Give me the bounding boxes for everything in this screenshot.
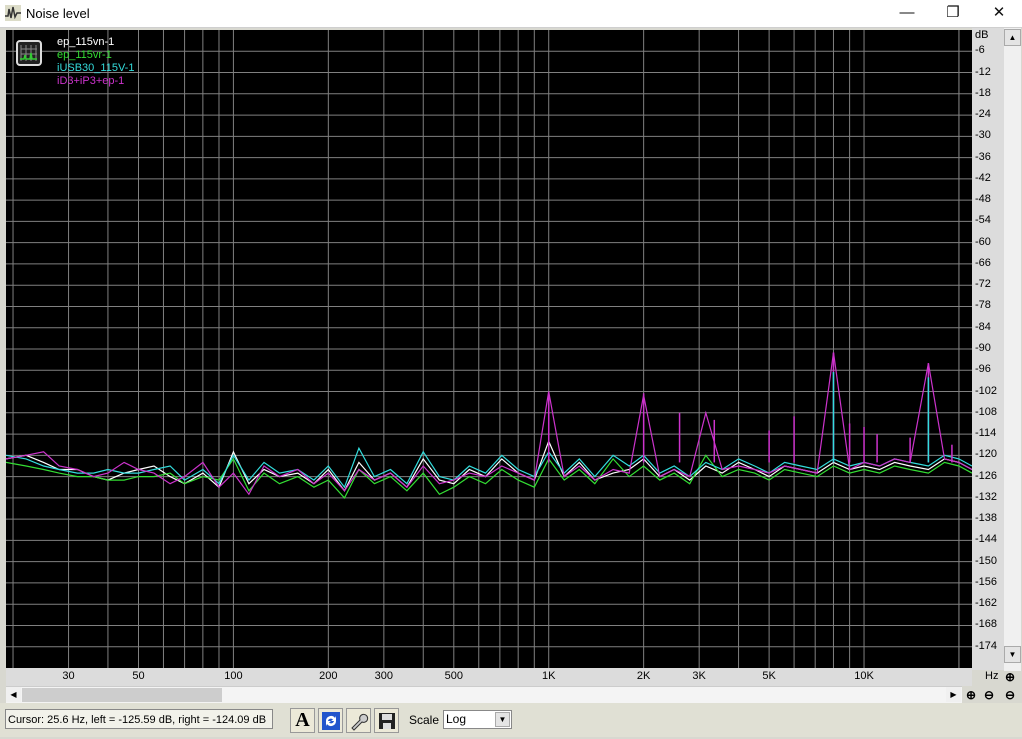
legend-item-ep-115vr[interactable]: ep_115vr-1 <box>57 49 112 61</box>
zoom-in-vertical-icon[interactable]: ⊕ <box>1002 669 1018 685</box>
legend-item-ep-115vn[interactable]: ep_115vn-1 <box>57 36 114 48</box>
vertical-scrollbar[interactable]: ▲ ▼ <box>1004 28 1021 671</box>
minimize-button[interactable]: — <box>884 0 930 27</box>
y-tick-label: -174 <box>975 639 998 652</box>
x-axis-unit: Hz <box>985 670 999 682</box>
x-tick-label: 1K <box>541 670 556 682</box>
scale-select-value: Log <box>446 712 467 726</box>
scroll-up-button[interactable]: ▲ <box>1004 29 1021 46</box>
y-tick-label: -138 <box>975 512 998 525</box>
y-tick-label: -168 <box>975 618 998 631</box>
y-tick-label: -66 <box>975 256 991 269</box>
y-tick-label: -162 <box>975 597 998 610</box>
y-tick-label: -108 <box>975 405 998 418</box>
x-tick-label: 2K <box>636 670 651 682</box>
x-tick-label: 3K <box>692 670 706 682</box>
zoom-out-horizontal-icon[interactable]: ⊖ <box>981 687 997 703</box>
x-axis: 30 50 100 200 300 500 1K 2K 3K 5K 10K Hz <box>6 668 998 686</box>
chart-legend-icon[interactable] <box>16 40 42 66</box>
chevron-down-icon[interactable]: ▼ <box>495 712 510 727</box>
noise-spectrum-plot[interactable] <box>5 30 973 668</box>
close-button[interactable]: ✕ <box>976 0 1022 27</box>
x-tick-label: 30 <box>62 670 75 682</box>
zoom-out-vertical-icon[interactable]: ⊖ <box>1002 687 1018 703</box>
y-tick-label: -96 <box>975 363 991 376</box>
y-tick-label: -144 <box>975 533 998 546</box>
scale-label: Scale <box>409 713 440 727</box>
y-tick-label: -36 <box>975 150 991 163</box>
x-tick-label: 10K <box>854 670 874 682</box>
y-tick-label: -72 <box>975 278 991 291</box>
waveform-app-icon <box>5 5 21 21</box>
y-tick-label: -42 <box>975 171 991 184</box>
y-tick-label: -78 <box>975 299 991 312</box>
legend-item-iusb30[interactable]: iUSB30_115V-1 <box>57 62 134 74</box>
y-tick-label: -84 <box>975 320 991 333</box>
title-bar: Noise level — ❐ ✕ <box>0 0 1022 28</box>
y-tick-label: -114 <box>975 427 997 440</box>
y-axis-unit: dB <box>975 29 989 41</box>
y-tick-label: -156 <box>975 575 998 588</box>
floppy-disk-icon <box>378 713 395 729</box>
y-tick-label: -6 <box>975 44 985 57</box>
x-tick-label: 50 <box>132 670 145 682</box>
cursor-status: Cursor: 25.6 Hz, left = -125.59 dB, righ… <box>5 709 273 729</box>
scroll-left-button[interactable]: ◀ <box>6 687 21 702</box>
legend-item-id3-ip3[interactable]: iD3+iP3+ep-1 <box>57 75 124 87</box>
y-tick-label: -132 <box>975 490 998 503</box>
x-tick-label: 5K <box>762 670 776 682</box>
y-tick-label: -60 <box>975 235 991 248</box>
scale-select[interactable]: Log ▼ <box>443 710 512 729</box>
y-tick-label: -54 <box>975 214 991 227</box>
y-tick-label: -102 <box>975 384 998 397</box>
y-tick-label: -120 <box>975 448 998 461</box>
scroll-right-button[interactable]: ▶ <box>946 687 961 702</box>
y-tick-label: -150 <box>975 554 998 567</box>
y-tick-label: -126 <box>975 469 998 482</box>
y-tick-label: -12 <box>975 65 991 78</box>
restore-button[interactable]: ❐ <box>930 0 976 27</box>
bottom-toolbar: Cursor: 25.6 Hz, left = -125.59 dB, righ… <box>0 703 1022 737</box>
zoom-in-horizontal-icon[interactable]: ⊕ <box>963 687 979 703</box>
y-axis: dB -6 -12 -18 -24 -30 -36 -42 -48 -54 -60 -66 -72 -7… <box>972 28 1004 670</box>
x-tick-label: 100 <box>224 670 243 682</box>
scroll-down-button[interactable]: ▼ <box>1004 646 1021 663</box>
scrollbar-thumb[interactable] <box>22 688 222 702</box>
spectrum-chart-svg[interactable] <box>5 30 973 668</box>
refresh-button[interactable] <box>318 708 343 733</box>
refresh-icon <box>321 712 340 730</box>
wrench-icon <box>350 713 368 731</box>
y-tick-label: -48 <box>975 193 991 206</box>
y-tick-label: -18 <box>975 86 991 99</box>
x-tick-label: 500 <box>444 670 463 682</box>
window-title: Noise level <box>26 6 90 21</box>
font-button[interactable]: A <box>290 708 315 733</box>
save-button[interactable] <box>374 708 399 733</box>
settings-button[interactable] <box>346 708 371 733</box>
y-tick-label: -30 <box>975 129 991 142</box>
x-tick-label: 200 <box>319 670 338 682</box>
horizontal-scrollbar[interactable]: ◀ ▶ <box>6 686 962 704</box>
y-tick-label: -24 <box>975 108 991 121</box>
y-tick-label: -90 <box>975 342 991 354</box>
x-tick-label: 300 <box>374 670 394 682</box>
